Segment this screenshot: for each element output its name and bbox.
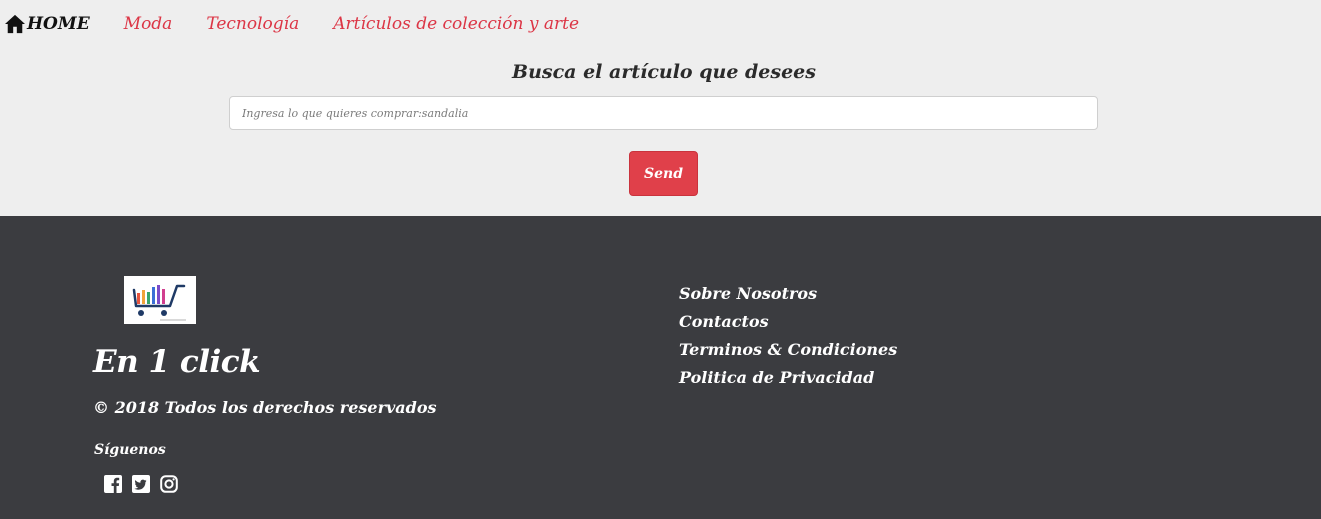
instagram-icon[interactable] xyxy=(160,475,178,493)
brand-name: En 1 click xyxy=(93,344,261,380)
shopping-cart-logo-icon xyxy=(132,284,186,321)
search-input[interactable] xyxy=(229,96,1098,130)
footer-link-terms[interactable]: Terminos & Condiciones xyxy=(679,336,897,364)
header-section: HOME Moda Tecnología Artículos de colecc… xyxy=(0,0,1321,216)
home-icon xyxy=(5,14,25,34)
social-links xyxy=(104,475,178,493)
facebook-icon[interactable] xyxy=(104,475,122,493)
footer-link-privacy[interactable]: Politica de Privacidad xyxy=(679,364,897,392)
nav-home-link[interactable]: HOME xyxy=(4,14,90,34)
main-nav: HOME Moda Tecnología Artículos de colecc… xyxy=(4,14,579,34)
footer-link-about[interactable]: Sobre Nosotros xyxy=(679,280,897,308)
footer-link-contact[interactable]: Contactos xyxy=(679,308,897,336)
footer: En 1 click © 2018 Todos los derechos res… xyxy=(0,216,1321,519)
nav-link-moda[interactable]: Moda xyxy=(124,14,173,34)
nav-link-coleccion-arte[interactable]: Artículos de colección y arte xyxy=(333,14,579,34)
search-title: Busca el artículo que desees xyxy=(512,61,816,83)
follow-us-label: Síguenos xyxy=(94,442,166,458)
copyright-text: © 2018 Todos los derechos reservados xyxy=(93,398,437,417)
logo xyxy=(124,276,196,324)
nav-link-tecnologia[interactable]: Tecnología xyxy=(206,14,299,34)
nav-home-label: HOME xyxy=(27,14,90,34)
footer-links: Sobre Nosotros Contactos Terminos & Cond… xyxy=(679,280,897,392)
send-button[interactable]: Send xyxy=(629,151,698,196)
twitter-icon[interactable] xyxy=(132,475,150,493)
